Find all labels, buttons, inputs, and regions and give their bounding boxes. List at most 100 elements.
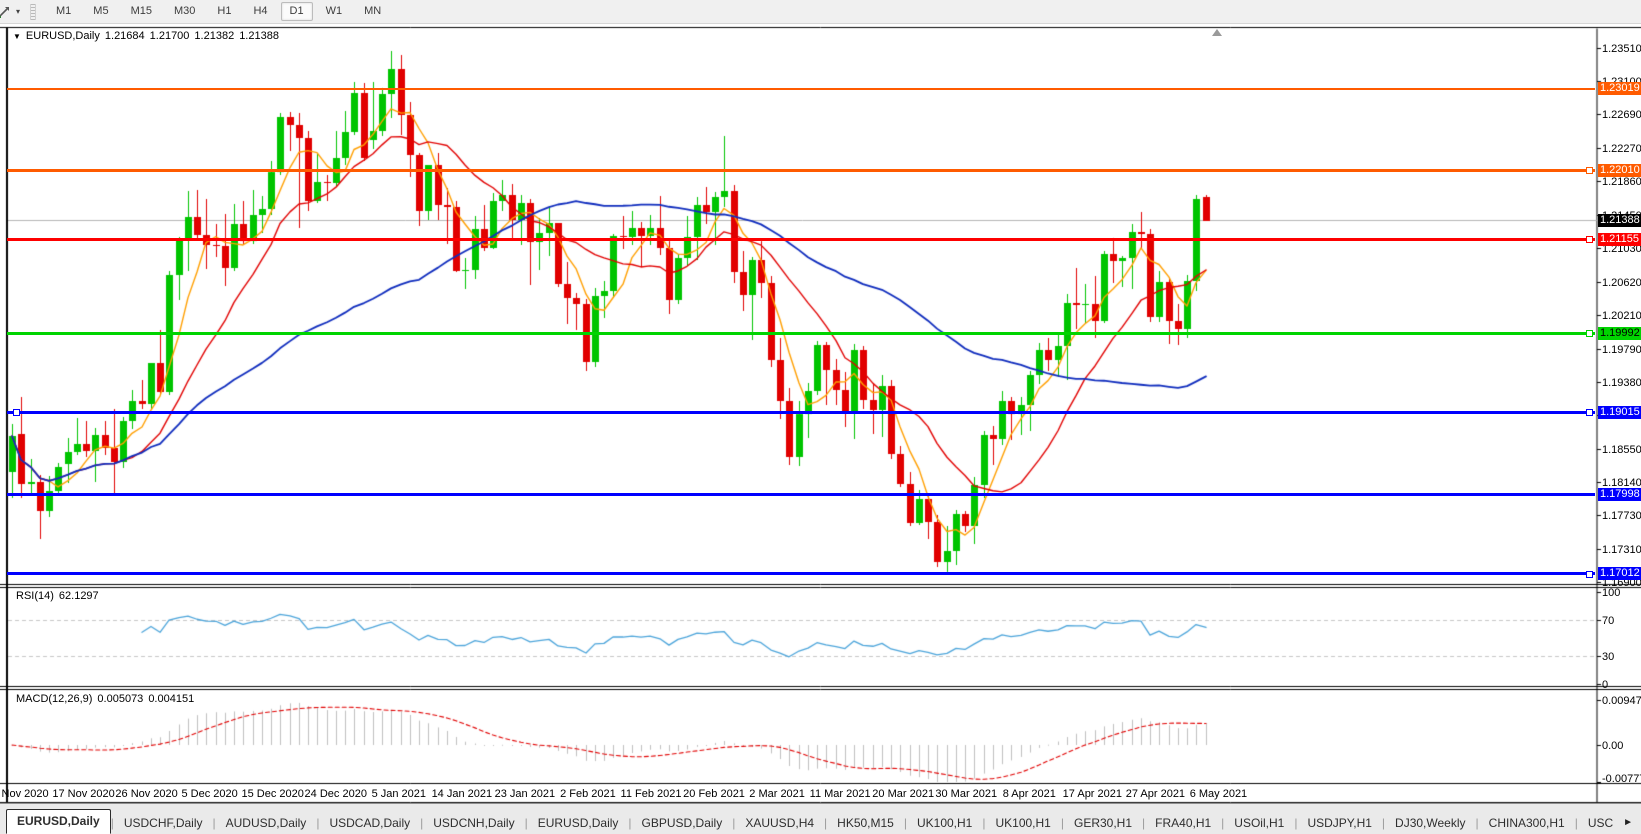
open-value: 1.21684: [105, 30, 145, 42]
price-axis-tick: 1.20620: [1602, 277, 1641, 289]
time-axis-label: 11 Feb 2021: [621, 788, 682, 800]
tab-xauusd-h4[interactable]: XAUUSD,H4: [735, 813, 824, 834]
close-value: 1.21388: [239, 30, 279, 42]
timeframe-button-M5[interactable]: M5: [84, 2, 117, 21]
tab-usdjpy-h1[interactable]: USDJPY,H1: [1297, 813, 1381, 834]
top-toolbar: ▾ M1M5 M15M30H1H4 D1W1MN: [0, 0, 1641, 24]
horizontal-line-1.19992[interactable]: [7, 332, 1595, 335]
price-axis-tick: 1.21860: [1602, 176, 1641, 188]
tab-uk100-h1[interactable]: UK100,H1: [985, 813, 1060, 834]
line-anchor-marker: [1586, 330, 1593, 337]
price-axis-tick: 1.19380: [1602, 377, 1641, 389]
chart-tabs: EURUSD,Daily|USDCHF,Daily|AUDUSD,Daily|U…: [0, 806, 1619, 834]
timeframe-button-M1[interactable]: M1: [47, 2, 80, 21]
horizontal-line-1.22010[interactable]: [7, 169, 1595, 172]
tab-ger30-h1[interactable]: GER30,H1: [1064, 813, 1142, 834]
tab-eurusd-daily[interactable]: EURUSD,Daily: [6, 809, 111, 834]
tab-eurusd-daily[interactable]: EURUSD,Daily: [528, 813, 629, 834]
tab-fra40-h1[interactable]: FRA40,H1: [1145, 813, 1221, 834]
timeframe-toolbar: M1M5 M15M30H1H4 D1W1MN: [45, 2, 392, 21]
chart-ohlc-header: ▼ EURUSD,Daily 1.21684 1.21700 1.21382 1…: [13, 30, 279, 42]
rsi-axis-tick: 70: [1602, 615, 1614, 627]
line-anchor-marker: [1586, 236, 1593, 243]
tab-usdcnh-daily[interactable]: USDCNH,Daily: [423, 813, 524, 834]
timeframe-button-H1[interactable]: H1: [208, 2, 240, 21]
price-axis-tick: 1.22270: [1602, 143, 1641, 155]
price-axis-tick: 1.17730: [1602, 510, 1641, 522]
timeframe-button-M30[interactable]: M30: [165, 2, 204, 21]
cursor-dropdown-arrow-icon[interactable]: ▾: [16, 7, 20, 16]
tab-usdchf-daily[interactable]: USDCHF,Daily: [114, 813, 213, 834]
price-axis-tick: 1.22690: [1602, 109, 1641, 121]
horizontal-line-1.23019[interactable]: [7, 88, 1595, 90]
collapse-triangle-icon[interactable]: ▼: [13, 32, 21, 41]
timeframe-button-W1[interactable]: W1: [317, 2, 352, 21]
tab-usdcad-daily[interactable]: USDCAD,Daily: [319, 813, 420, 834]
time-axis-label: 11 Mar 2021: [810, 788, 871, 800]
time-axis-label: 7 Nov 2020: [0, 788, 49, 800]
time-axis-label: 2 Feb 2021: [560, 788, 616, 800]
time-axis-label: 14 Jan 2021: [432, 788, 493, 800]
macd-main-value: 0.005073: [97, 693, 143, 705]
price-axis-tick: 1.23510: [1602, 43, 1641, 55]
price-line-label-1.19015: 1.19015: [1598, 406, 1641, 419]
line-anchor-marker: [13, 409, 20, 416]
price-line-label-1.22010: 1.22010: [1598, 164, 1641, 177]
horizontal-line-1.21155[interactable]: [7, 238, 1595, 241]
time-axis-label: 20 Feb 2021: [683, 788, 745, 800]
horizontal-line-1.17012[interactable]: [7, 572, 1595, 575]
time-axis-label: 5 Dec 2020: [182, 788, 238, 800]
rsi-axis-tick: 30: [1602, 651, 1614, 663]
timeframe-button-D1[interactable]: D1: [281, 2, 313, 21]
chart-shift-marker-icon[interactable]: [1212, 29, 1222, 36]
toolbar-grip-handle[interactable]: [30, 4, 36, 20]
line-anchor-marker: [1586, 167, 1593, 174]
tab-dj30-weekly[interactable]: DJ30,Weekly: [1385, 813, 1475, 834]
time-axis-label: 26 Nov 2020: [115, 788, 177, 800]
time-axis-label: 27 Apr 2021: [1126, 788, 1185, 800]
time-axis-label: 30 Mar 2021: [935, 788, 997, 800]
rsi-value: 62.1297: [59, 590, 99, 602]
macd-axis-tick: 0.009478: [1602, 695, 1641, 707]
time-axis-label: 17 Apr 2021: [1063, 788, 1122, 800]
timeframe-button-M15[interactable]: M15: [122, 2, 161, 21]
rsi-name: RSI(14): [16, 590, 54, 602]
time-axis-label: 17 Nov 2020: [52, 788, 114, 800]
current-price-label: 1.21388: [1598, 214, 1641, 227]
timeframe-button-MN[interactable]: MN: [355, 2, 390, 21]
time-axis-label: 15 Dec 2020: [241, 788, 303, 800]
time-axis-label: 5 Jan 2021: [372, 788, 426, 800]
rsi-axis-tick: 100: [1602, 587, 1620, 599]
tab-hk50-m15[interactable]: HK50,M15: [827, 813, 904, 834]
tab-china300-h1[interactable]: CHINA300,H1: [1479, 813, 1575, 834]
macd-signal-value: 0.004151: [148, 693, 194, 705]
price-line-label-1.19992: 1.19992: [1598, 327, 1641, 340]
price-line-label-1.17998: 1.17998: [1598, 488, 1641, 501]
price-axis-tick: 1.20210: [1602, 310, 1641, 322]
chart-tab-bar: EURUSD,Daily|USDCHF,Daily|AUDUSD,Daily|U…: [0, 803, 1641, 834]
horizontal-line-1.19015[interactable]: [7, 411, 1595, 414]
time-axis-label: 2 Mar 2021: [749, 788, 805, 800]
time-axis-label: 8 Apr 2021: [1003, 788, 1056, 800]
timeframe-button-H4[interactable]: H4: [244, 2, 276, 21]
price-axis-tick: 1.19790: [1602, 344, 1641, 356]
tab-usc[interactable]: USC: [1578, 813, 1619, 834]
chart-canvas[interactable]: [0, 0, 1641, 833]
time-axis-label: 23 Jan 2021: [495, 788, 556, 800]
line-anchor-marker: [1586, 571, 1593, 578]
horizontal-line-1.17998[interactable]: [7, 493, 1595, 496]
tab-scroll-right-icon[interactable]: ►: [1619, 817, 1641, 834]
crosshair-cursor-icon[interactable]: [0, 4, 12, 20]
macd-axis-tick: -0.007778: [1602, 773, 1641, 785]
price-axis-tick: 1.17310: [1602, 544, 1641, 556]
tab-gbpusd-daily[interactable]: GBPUSD,Daily: [632, 813, 733, 834]
tab-usoil-h1[interactable]: USOil,H1: [1224, 813, 1294, 834]
rsi-indicator-label: RSI(14) 62.1297: [16, 590, 99, 602]
rsi-axis-tick: 0: [1602, 679, 1608, 691]
macd-axis-tick: 0.00: [1602, 740, 1623, 752]
time-axis-label: 24 Dec 2020: [305, 788, 367, 800]
line-anchor-marker: [1586, 409, 1593, 416]
tab-audusd-daily[interactable]: AUDUSD,Daily: [216, 813, 317, 834]
tab-uk100-h1[interactable]: UK100,H1: [907, 813, 982, 834]
low-value: 1.21382: [194, 30, 234, 42]
